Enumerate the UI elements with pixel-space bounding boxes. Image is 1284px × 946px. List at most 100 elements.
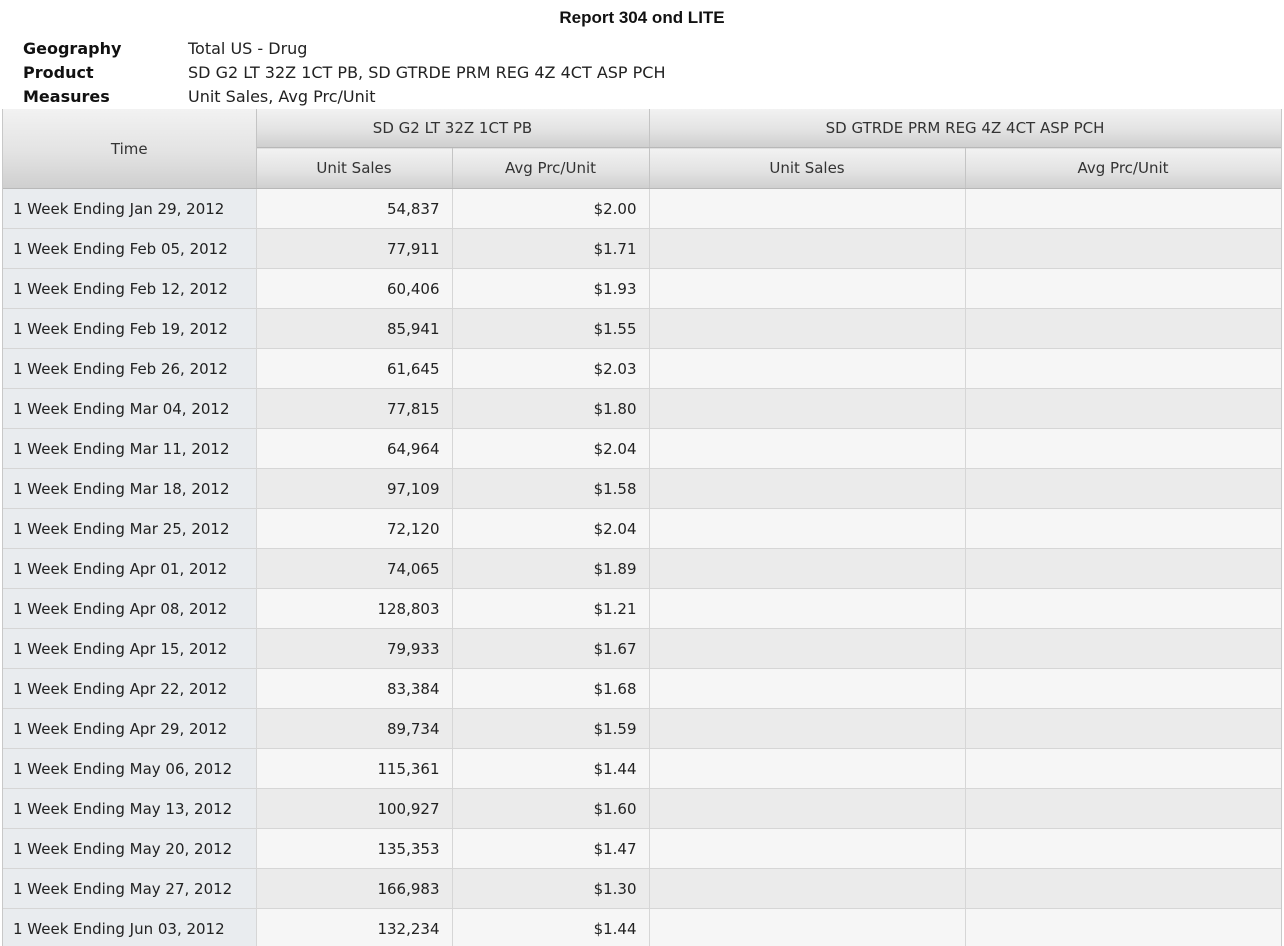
product2-unit-sales-cell <box>649 348 966 389</box>
table-row[interactable]: 1 Week Ending Mar 04, 2012 77,815 $1.80 <box>3 388 1281 429</box>
measures-label: Measures <box>23 87 110 106</box>
time-cell: 1 Week Ending May 27, 2012 <box>3 868 257 909</box>
product2-header[interactable]: SD GTRDE PRM REG 4Z 4CT ASP PCH <box>649 109 1281 148</box>
product1-avg-price-cell: $1.21 <box>452 588 650 629</box>
product2-avg-price-cell <box>965 388 1281 429</box>
table-row[interactable]: 1 Week Ending Feb 12, 2012 60,406 $1.93 <box>3 268 1281 309</box>
time-cell: 1 Week Ending Mar 18, 2012 <box>3 468 257 509</box>
product1-avg-price-cell: $1.71 <box>452 228 650 269</box>
product2-unit-sales-cell <box>649 508 966 549</box>
table-row[interactable]: 1 Week Ending Apr 22, 2012 83,384 $1.68 <box>3 668 1281 709</box>
table-row[interactable]: 1 Week Ending Mar 25, 2012 72,120 $2.04 <box>3 508 1281 549</box>
time-cell: 1 Week Ending Jan 29, 2012 <box>3 188 257 229</box>
product2-avg-price-cell <box>965 628 1281 669</box>
header-row-products: Time SD G2 LT 32Z 1CT PB SD GTRDE PRM RE… <box>3 109 1281 189</box>
product2-avg-price-cell <box>965 868 1281 909</box>
product2-unit-sales-cell <box>649 548 966 589</box>
time-cell: 1 Week Ending Jun 03, 2012 <box>3 908 257 946</box>
product1-unit-sales-cell: 61,645 <box>256 348 453 389</box>
product1-unit-sales-cell: 64,964 <box>256 428 453 469</box>
table-row[interactable]: 1 Week Ending Apr 08, 2012 128,803 $1.21 <box>3 588 1281 629</box>
product1-unit-sales-header[interactable]: Unit Sales <box>256 147 453 189</box>
product2-avg-price-cell <box>965 468 1281 509</box>
product1-unit-sales-cell: 77,815 <box>256 388 453 429</box>
product2-unit-sales-cell <box>649 268 966 309</box>
product2-avg-price-header[interactable]: Avg Prc/Unit <box>965 147 1281 189</box>
measures-value: Unit Sales, Avg Prc/Unit <box>188 87 376 106</box>
product2-avg-price-cell <box>965 748 1281 789</box>
table-row[interactable]: 1 Week Ending Feb 19, 2012 85,941 $1.55 <box>3 308 1281 349</box>
time-cell: 1 Week Ending Feb 05, 2012 <box>3 228 257 269</box>
table-row[interactable]: 1 Week Ending May 13, 2012 100,927 $1.60 <box>3 788 1281 829</box>
product2-avg-price-cell <box>965 708 1281 749</box>
product2-unit-sales-cell <box>649 908 966 946</box>
product1-unit-sales-cell: 60,406 <box>256 268 453 309</box>
product1-avg-price-cell: $1.68 <box>452 668 650 709</box>
report-meta: Geography Total US - Drug Product SD G2 … <box>23 37 666 109</box>
time-cell: 1 Week Ending Feb 19, 2012 <box>3 308 257 349</box>
product2-unit-sales-cell <box>649 468 966 509</box>
table-row[interactable]: 1 Week Ending Apr 29, 2012 89,734 $1.59 <box>3 708 1281 749</box>
table-row[interactable]: 1 Week Ending Feb 26, 2012 61,645 $2.03 <box>3 348 1281 389</box>
time-cell: 1 Week Ending Feb 12, 2012 <box>3 268 257 309</box>
product1-unit-sales-cell: 79,933 <box>256 628 453 669</box>
product2-avg-price-cell <box>965 188 1281 229</box>
product2-unit-sales-cell <box>649 428 966 469</box>
product1-avg-price-cell: $2.00 <box>452 188 650 229</box>
product1-avg-price-cell: $1.93 <box>452 268 650 309</box>
product1-unit-sales-cell: 85,941 <box>256 308 453 349</box>
product2-avg-price-cell <box>965 308 1281 349</box>
product2-unit-sales-cell <box>649 628 966 669</box>
time-cell: 1 Week Ending Mar 25, 2012 <box>3 508 257 549</box>
product1-unit-sales-cell: 83,384 <box>256 668 453 709</box>
product1-unit-sales-cell: 97,109 <box>256 468 453 509</box>
product1-avg-price-cell: $1.89 <box>452 548 650 589</box>
meta-row-measures: Measures Unit Sales, Avg Prc/Unit <box>23 85 666 109</box>
product1-unit-sales-cell: 166,983 <box>256 868 453 909</box>
table-row[interactable]: 1 Week Ending Mar 11, 2012 64,964 $2.04 <box>3 428 1281 469</box>
meta-row-geography: Geography Total US - Drug <box>23 37 666 61</box>
table-row[interactable]: 1 Week Ending Apr 15, 2012 79,933 $1.67 <box>3 628 1281 669</box>
table-row[interactable]: 1 Week Ending Jun 03, 2012 132,234 $1.44 <box>3 908 1281 946</box>
meta-row-product: Product SD G2 LT 32Z 1CT PB, SD GTRDE PR… <box>23 61 666 85</box>
product1-unit-sales-cell: 89,734 <box>256 708 453 749</box>
table-row[interactable]: 1 Week Ending Mar 18, 2012 97,109 $1.58 <box>3 468 1281 509</box>
table-row[interactable]: 1 Week Ending May 20, 2012 135,353 $1.47 <box>3 828 1281 869</box>
time-cell: 1 Week Ending Apr 15, 2012 <box>3 628 257 669</box>
product1-avg-price-cell: $1.44 <box>452 908 650 946</box>
product2-avg-price-cell <box>965 228 1281 269</box>
product1-unit-sales-cell: 132,234 <box>256 908 453 946</box>
table-row[interactable]: 1 Week Ending Apr 01, 2012 74,065 $1.89 <box>3 548 1281 589</box>
time-cell: 1 Week Ending Feb 26, 2012 <box>3 348 257 389</box>
table-row[interactable]: 1 Week Ending May 06, 2012 115,361 $1.44 <box>3 748 1281 789</box>
time-column-header[interactable]: Time <box>3 109 257 189</box>
product2-avg-price-cell <box>965 828 1281 869</box>
product1-avg-price-cell: $1.67 <box>452 628 650 669</box>
product2-unit-sales-cell <box>649 668 966 709</box>
time-cell: 1 Week Ending Apr 29, 2012 <box>3 708 257 749</box>
table-row[interactable]: 1 Week Ending Jan 29, 2012 54,837 $2.00 <box>3 188 1281 229</box>
product1-avg-price-header[interactable]: Avg Prc/Unit <box>452 147 650 189</box>
time-cell: 1 Week Ending May 20, 2012 <box>3 828 257 869</box>
geography-value: Total US - Drug <box>188 39 308 58</box>
product2-avg-price-cell <box>965 588 1281 629</box>
product1-avg-price-cell: $2.04 <box>452 428 650 469</box>
product2-unit-sales-cell <box>649 228 966 269</box>
table-body: 1 Week Ending Jan 29, 2012 54,837 $2.00 1 W… <box>3 188 1281 946</box>
geography-label: Geography <box>23 39 122 58</box>
time-cell: 1 Week Ending May 13, 2012 <box>3 788 257 829</box>
product1-unit-sales-cell: 135,353 <box>256 828 453 869</box>
product2-unit-sales-cell <box>649 748 966 789</box>
product2-unit-sales-header[interactable]: Unit Sales <box>649 147 966 189</box>
table-row[interactable]: 1 Week Ending Feb 05, 2012 77,911 $1.71 <box>3 228 1281 269</box>
table-row[interactable]: 1 Week Ending May 27, 2012 166,983 $1.30 <box>3 868 1281 909</box>
data-grid: Time SD G2 LT 32Z 1CT PB SD GTRDE PRM RE… <box>2 109 1282 946</box>
product1-avg-price-cell: $2.03 <box>452 348 650 389</box>
product2-avg-price-cell <box>965 348 1281 389</box>
product1-header[interactable]: SD G2 LT 32Z 1CT PB <box>256 109 650 148</box>
product2-avg-price-cell <box>965 788 1281 829</box>
product1-avg-price-cell: $1.47 <box>452 828 650 869</box>
product1-avg-price-cell: $1.30 <box>452 868 650 909</box>
time-cell: 1 Week Ending May 06, 2012 <box>3 748 257 789</box>
product1-avg-price-cell: $1.55 <box>452 308 650 349</box>
